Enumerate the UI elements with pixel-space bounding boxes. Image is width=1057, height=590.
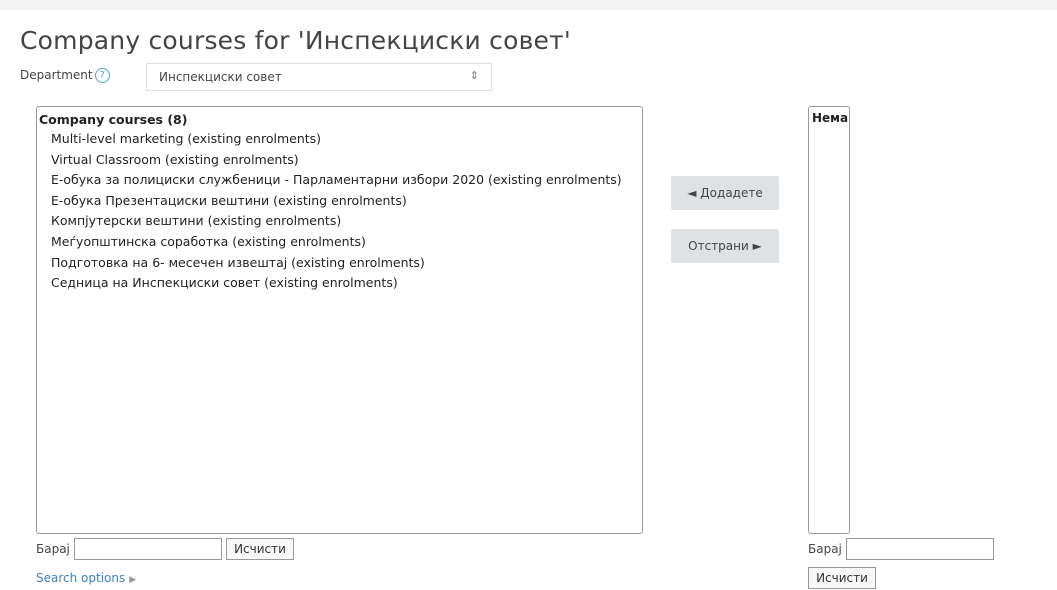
search-input-left[interactable] (74, 538, 222, 560)
department-label-text: Department (20, 68, 93, 82)
search-input-right[interactable] (846, 538, 994, 560)
department-select[interactable]: Инспекциски совет ⇕ (146, 63, 492, 91)
remove-button[interactable]: Отстрани ► (671, 229, 779, 263)
select-chevron-icon: ⇕ (469, 69, 479, 82)
department-label: Department? (20, 68, 110, 83)
enrolled-courses-listbox[interactable]: Нема (808, 106, 850, 534)
search-options-link[interactable]: Search options ▶ (36, 571, 136, 585)
add-button[interactable]: ◄ Додадете (671, 176, 779, 210)
clear-button-right[interactable]: Исчисти (808, 567, 876, 589)
top-bar (0, 0, 1057, 10)
page-title: Company courses for 'Инспекциски совет' (20, 26, 571, 55)
clear-button-left[interactable]: Исчисти (226, 538, 294, 560)
department-selected-value: Инспекциски совет (159, 70, 282, 84)
help-icon[interactable]: ? (94, 68, 110, 83)
course-option[interactable]: Подготовка на 6- месечен извештај (exist… (37, 253, 642, 274)
company-courses-listbox[interactable]: Company courses (8) Multi-level marketin… (36, 106, 643, 534)
search-options-label: Search options (36, 571, 126, 585)
empty-list-label: Нема (812, 111, 849, 125)
course-option[interactable]: Компјутерски вештини (existing enrolment… (37, 211, 642, 232)
search-label-right: Барај (808, 542, 842, 556)
course-option[interactable]: Multi-level marketing (existing enrolmen… (37, 129, 642, 150)
course-option[interactable]: Седница на Инспекциски совет (existing e… (37, 273, 642, 294)
search-label-left: Барај (36, 542, 70, 556)
course-option[interactable]: Virtual Classroom (existing enrolments) (37, 150, 642, 171)
course-option[interactable]: Е-обука Презентациски вештини (existing … (37, 191, 642, 212)
optgroup-label: Company courses (8) (39, 112, 188, 127)
expand-arrow-icon: ▶ (129, 575, 137, 585)
course-option[interactable]: Меѓуопштинска соработка (existing enrolm… (37, 232, 642, 253)
course-option[interactable]: Е-обука за полициски службеници - Парлам… (37, 170, 642, 191)
